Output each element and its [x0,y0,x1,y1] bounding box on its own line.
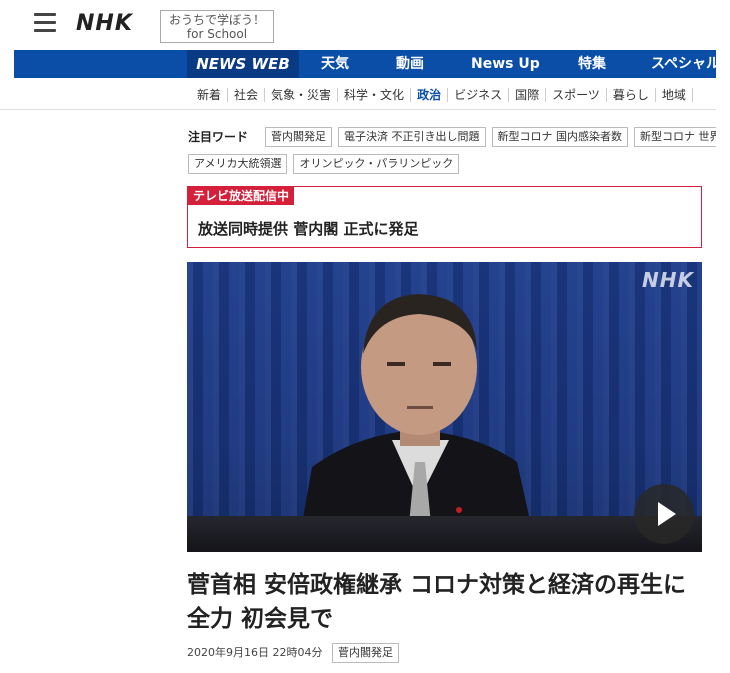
nhk-logo[interactable]: NHK [76,11,133,36]
top-header: NHK おうちで学ぼう！ for School [0,0,716,50]
nav-weather[interactable]: 天気 [321,50,349,78]
keywords-label: 注目ワード [188,130,249,144]
category-item[interactable]: ビジネス [448,88,510,102]
live-title[interactable]: 放送同時提供 菅内閣 正式に発足 [198,218,418,239]
article-date: 2020年9月16日 22時04分 [187,646,323,659]
live-broadcast-box[interactable]: テレビ放送配信中 放送同時提供 菅内閣 正式に発足 [187,186,702,248]
school-label-line2: for School [186,27,248,41]
keyword-tags-row1: 菅内閣発足 電子決済 不正引き出し問題 新型コロナ 国内感染者数 新型コロナ 世界 [265,125,716,147]
speaker-figure [297,294,537,552]
nav-special[interactable]: スペシャル [651,50,720,78]
category-item[interactable]: 政治 [411,88,449,102]
nav-video[interactable]: 動画 [396,50,424,78]
category-nav: 新着 社会 気象・災害 科学・文化 政治 ビジネス 国際 スポーツ 暮らし 地域 [0,84,716,110]
category-item[interactable]: 国際 [509,88,547,102]
category-item[interactable]: 気象・災害 [265,88,339,102]
keyword-tag[interactable]: アメリカ大統領選 [188,154,288,174]
category-item[interactable]: 社会 [228,88,266,102]
keyword-tags-row2: アメリカ大統領選 オリンピック・パラリンピック [188,152,716,174]
podium [187,516,702,552]
keyword-tag[interactable]: 新型コロナ 世界 [634,127,716,147]
play-icon[interactable] [634,484,694,544]
keyword-tag[interactable]: オリンピック・パラリンピック [293,154,460,174]
nav-news-web[interactable]: NEWS WEB [187,50,299,78]
for-school-button[interactable]: おうちで学ぼう！ for School [160,10,274,43]
hamburger-menu-icon[interactable] [34,13,56,33]
nav-features[interactable]: 特集 [578,50,606,78]
category-item[interactable]: 科学・文化 [338,88,412,102]
school-label-line1: おうちで学ぼう！ [168,13,265,27]
article-meta: 2020年9月16日 22時04分 菅内閣発足 [187,643,405,663]
category-item[interactable]: スポーツ [546,88,607,102]
article-headline[interactable]: 菅首相 安倍政権継承 コロナ対策と経済の再生に全力 初会見で [187,568,702,636]
category-item[interactable]: 新着 [190,88,229,102]
category-list: 新着 社会 気象・災害 科学・文化 政治 ビジネス 国際 スポーツ 暮らし 地域 [190,88,693,102]
video-player[interactable]: NHK [187,262,702,552]
keyword-tag[interactable]: 菅内閣発足 [265,127,332,147]
keyword-tag[interactable]: 新型コロナ 国内感染者数 [491,127,628,147]
main-nav: NEWS WEB 天気 動画 News Up 特集 スペシャル [14,50,720,78]
category-item[interactable]: 暮らし [607,88,656,102]
keyword-tag[interactable]: 電子決済 不正引き出し問題 [338,127,486,147]
nav-news-up[interactable]: News Up [471,50,540,78]
live-badge: テレビ放送配信中 [188,187,295,205]
nhk-watermark: NHK [642,268,694,292]
article-tag[interactable]: 菅内閣発足 [331,643,399,663]
category-item[interactable]: 地域 [656,88,693,102]
